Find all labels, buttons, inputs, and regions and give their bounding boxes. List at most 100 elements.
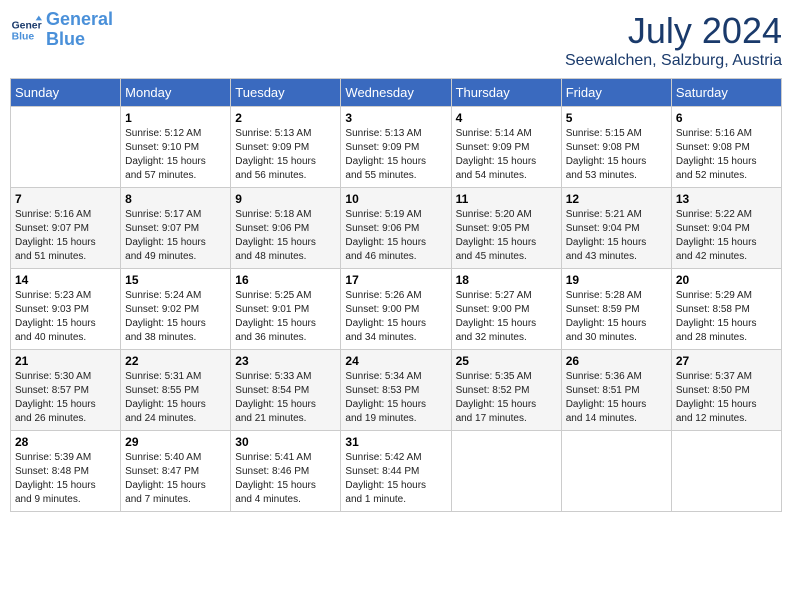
day-number: 29 [125, 435, 226, 449]
calendar-cell: 19Sunrise: 5:28 AM Sunset: 8:59 PM Dayli… [561, 269, 671, 350]
day-number: 9 [235, 192, 336, 206]
day-info: Sunrise: 5:22 AM Sunset: 9:04 PM Dayligh… [676, 208, 777, 264]
calendar-week-row: 28 Sunrise: 5:39 AM Sunset: 8:48 PM Dayli… [11, 431, 782, 512]
calendar-cell: 27 Sunrise: 5:37 AM Sunset: 8:50 PM Dayli… [671, 350, 781, 431]
day-number: 28 [15, 435, 116, 449]
day-info: Sunrise: 5:34 AM Sunset: 8:53 PM Dayligh… [345, 370, 446, 426]
day-number: 31 [345, 435, 446, 449]
day-info: Sunrise: 5:39 AM Sunset: 8:48 PM Dayligh… [15, 451, 116, 507]
day-number: 30 [235, 435, 336, 449]
day-info: Sunrise: 5:13 AM Sunset: 9:09 PM Dayligh… [345, 127, 446, 183]
calendar-week-row: 14 Sunrise: 5:23 AM Sunset: 9:03 PM Dayli… [11, 269, 782, 350]
calendar-table: SundayMondayTuesdayWednesdayThursdayFrid… [10, 78, 782, 512]
day-number: 17 [345, 273, 446, 287]
page-header: General Blue General Blue July 2024 Seew… [10, 10, 782, 70]
svg-text:General: General [12, 20, 42, 31]
calendar-week-row: 7 Sunrise: 5:16 AM Sunset: 9:07 PM Daylig… [11, 188, 782, 269]
calendar-cell: 23 Sunrise: 5:33 AM Sunset: 8:54 PM Dayli… [231, 350, 341, 431]
calendar-cell: 10Sunrise: 5:19 AM Sunset: 9:06 PM Dayli… [341, 188, 451, 269]
day-info: Sunrise: 5:12 AM Sunset: 9:10 PM Dayligh… [125, 127, 226, 183]
day-number: 1 [125, 111, 226, 125]
day-info: Sunrise: 5:26 AM Sunset: 9:00 PM Dayligh… [345, 289, 446, 345]
calendar-week-row: 21 Sunrise: 5:30 AM Sunset: 8:57 PM Dayli… [11, 350, 782, 431]
day-info: Sunrise: 5:42 AM Sunset: 8:44 PM Dayligh… [345, 451, 446, 507]
calendar-cell: 14 Sunrise: 5:23 AM Sunset: 9:03 PM Dayli… [11, 269, 121, 350]
header-wednesday: Wednesday [341, 79, 451, 107]
calendar-cell: 8 Sunrise: 5:17 AM Sunset: 9:07 PM Daylig… [121, 188, 231, 269]
calendar-cell [671, 431, 781, 512]
day-info: Sunrise: 5:20 AM Sunset: 9:05 PM Dayligh… [456, 208, 557, 264]
day-info: Sunrise: 5:37 AM Sunset: 8:50 PM Dayligh… [676, 370, 777, 426]
day-info: Sunrise: 5:29 AM Sunset: 8:58 PM Dayligh… [676, 289, 777, 345]
day-info: Sunrise: 5:27 AM Sunset: 9:00 PM Dayligh… [456, 289, 557, 345]
logo-general: General [46, 9, 113, 29]
logo-text: General Blue [46, 10, 113, 50]
day-number: 27 [676, 354, 777, 368]
svg-text:Blue: Blue [12, 31, 35, 42]
day-number: 6 [676, 111, 777, 125]
day-number: 12 [566, 192, 667, 206]
calendar-cell: 30 Sunrise: 5:41 AM Sunset: 8:46 PM Dayli… [231, 431, 341, 512]
day-number: 19 [566, 273, 667, 287]
day-info: Sunrise: 5:23 AM Sunset: 9:03 PM Dayligh… [15, 289, 116, 345]
day-info: Sunrise: 5:25 AM Sunset: 9:01 PM Dayligh… [235, 289, 336, 345]
day-info: Sunrise: 5:18 AM Sunset: 9:06 PM Dayligh… [235, 208, 336, 264]
calendar-cell: 24 Sunrise: 5:34 AM Sunset: 8:53 PM Dayli… [341, 350, 451, 431]
day-info: Sunrise: 5:31 AM Sunset: 8:55 PM Dayligh… [125, 370, 226, 426]
day-number: 26 [566, 354, 667, 368]
day-info: Sunrise: 5:40 AM Sunset: 8:47 PM Dayligh… [125, 451, 226, 507]
day-number: 14 [15, 273, 116, 287]
day-number: 16 [235, 273, 336, 287]
calendar-cell: 6 Sunrise: 5:16 AM Sunset: 9:08 PM Daylig… [671, 107, 781, 188]
calendar-cell [11, 107, 121, 188]
calendar-cell: 2Sunrise: 5:13 AM Sunset: 9:09 PM Daylig… [231, 107, 341, 188]
day-info: Sunrise: 5:41 AM Sunset: 8:46 PM Dayligh… [235, 451, 336, 507]
calendar-cell: 26 Sunrise: 5:36 AM Sunset: 8:51 PM Dayli… [561, 350, 671, 431]
day-number: 4 [456, 111, 557, 125]
calendar-cell: 20 Sunrise: 5:29 AM Sunset: 8:58 PM Dayli… [671, 269, 781, 350]
day-number: 21 [15, 354, 116, 368]
day-info: Sunrise: 5:36 AM Sunset: 8:51 PM Dayligh… [566, 370, 667, 426]
day-number: 20 [676, 273, 777, 287]
day-info: Sunrise: 5:30 AM Sunset: 8:57 PM Dayligh… [15, 370, 116, 426]
day-info: Sunrise: 5:14 AM Sunset: 9:09 PM Dayligh… [456, 127, 557, 183]
month-year-title: July 2024 [565, 10, 782, 52]
calendar-cell: 5 Sunrise: 5:15 AM Sunset: 9:08 PM Daylig… [561, 107, 671, 188]
day-info: Sunrise: 5:24 AM Sunset: 9:02 PM Dayligh… [125, 289, 226, 345]
header-friday: Friday [561, 79, 671, 107]
calendar-cell: 13 Sunrise: 5:22 AM Sunset: 9:04 PM Dayli… [671, 188, 781, 269]
header-thursday: Thursday [451, 79, 561, 107]
header-tuesday: Tuesday [231, 79, 341, 107]
day-info: Sunrise: 5:13 AM Sunset: 9:09 PM Dayligh… [235, 127, 336, 183]
header-monday: Monday [121, 79, 231, 107]
calendar-cell: 18 Sunrise: 5:27 AM Sunset: 9:00 PM Dayli… [451, 269, 561, 350]
day-info: Sunrise: 5:17 AM Sunset: 9:07 PM Dayligh… [125, 208, 226, 264]
day-number: 13 [676, 192, 777, 206]
day-number: 8 [125, 192, 226, 206]
header-saturday: Saturday [671, 79, 781, 107]
calendar-cell: 15 Sunrise: 5:24 AM Sunset: 9:02 PM Dayli… [121, 269, 231, 350]
title-block: July 2024 Seewalchen, Salzburg, Austria [565, 10, 782, 70]
header-sunday: Sunday [11, 79, 121, 107]
calendar-week-row: 1 Sunrise: 5:12 AM Sunset: 9:10 PM Daylig… [11, 107, 782, 188]
day-info: Sunrise: 5:16 AM Sunset: 9:08 PM Dayligh… [676, 127, 777, 183]
day-info: Sunrise: 5:16 AM Sunset: 9:07 PM Dayligh… [15, 208, 116, 264]
day-number: 18 [456, 273, 557, 287]
day-number: 15 [125, 273, 226, 287]
day-number: 23 [235, 354, 336, 368]
day-number: 10 [345, 192, 446, 206]
day-number: 5 [566, 111, 667, 125]
day-info: Sunrise: 5:21 AM Sunset: 9:04 PM Dayligh… [566, 208, 667, 264]
calendar-header-row: SundayMondayTuesdayWednesdayThursdayFrid… [11, 79, 782, 107]
logo: General Blue General Blue [10, 10, 113, 50]
day-number: 24 [345, 354, 446, 368]
day-number: 7 [15, 192, 116, 206]
day-info: Sunrise: 5:15 AM Sunset: 9:08 PM Dayligh… [566, 127, 667, 183]
calendar-cell: 17 Sunrise: 5:26 AM Sunset: 9:00 PM Dayli… [341, 269, 451, 350]
calendar-cell: 4 Sunrise: 5:14 AM Sunset: 9:09 PM Daylig… [451, 107, 561, 188]
calendar-cell: 22Sunrise: 5:31 AM Sunset: 8:55 PM Dayli… [121, 350, 231, 431]
day-info: Sunrise: 5:33 AM Sunset: 8:54 PM Dayligh… [235, 370, 336, 426]
calendar-cell: 29 Sunrise: 5:40 AM Sunset: 8:47 PM Dayli… [121, 431, 231, 512]
calendar-cell [451, 431, 561, 512]
day-info: Sunrise: 5:35 AM Sunset: 8:52 PM Dayligh… [456, 370, 557, 426]
